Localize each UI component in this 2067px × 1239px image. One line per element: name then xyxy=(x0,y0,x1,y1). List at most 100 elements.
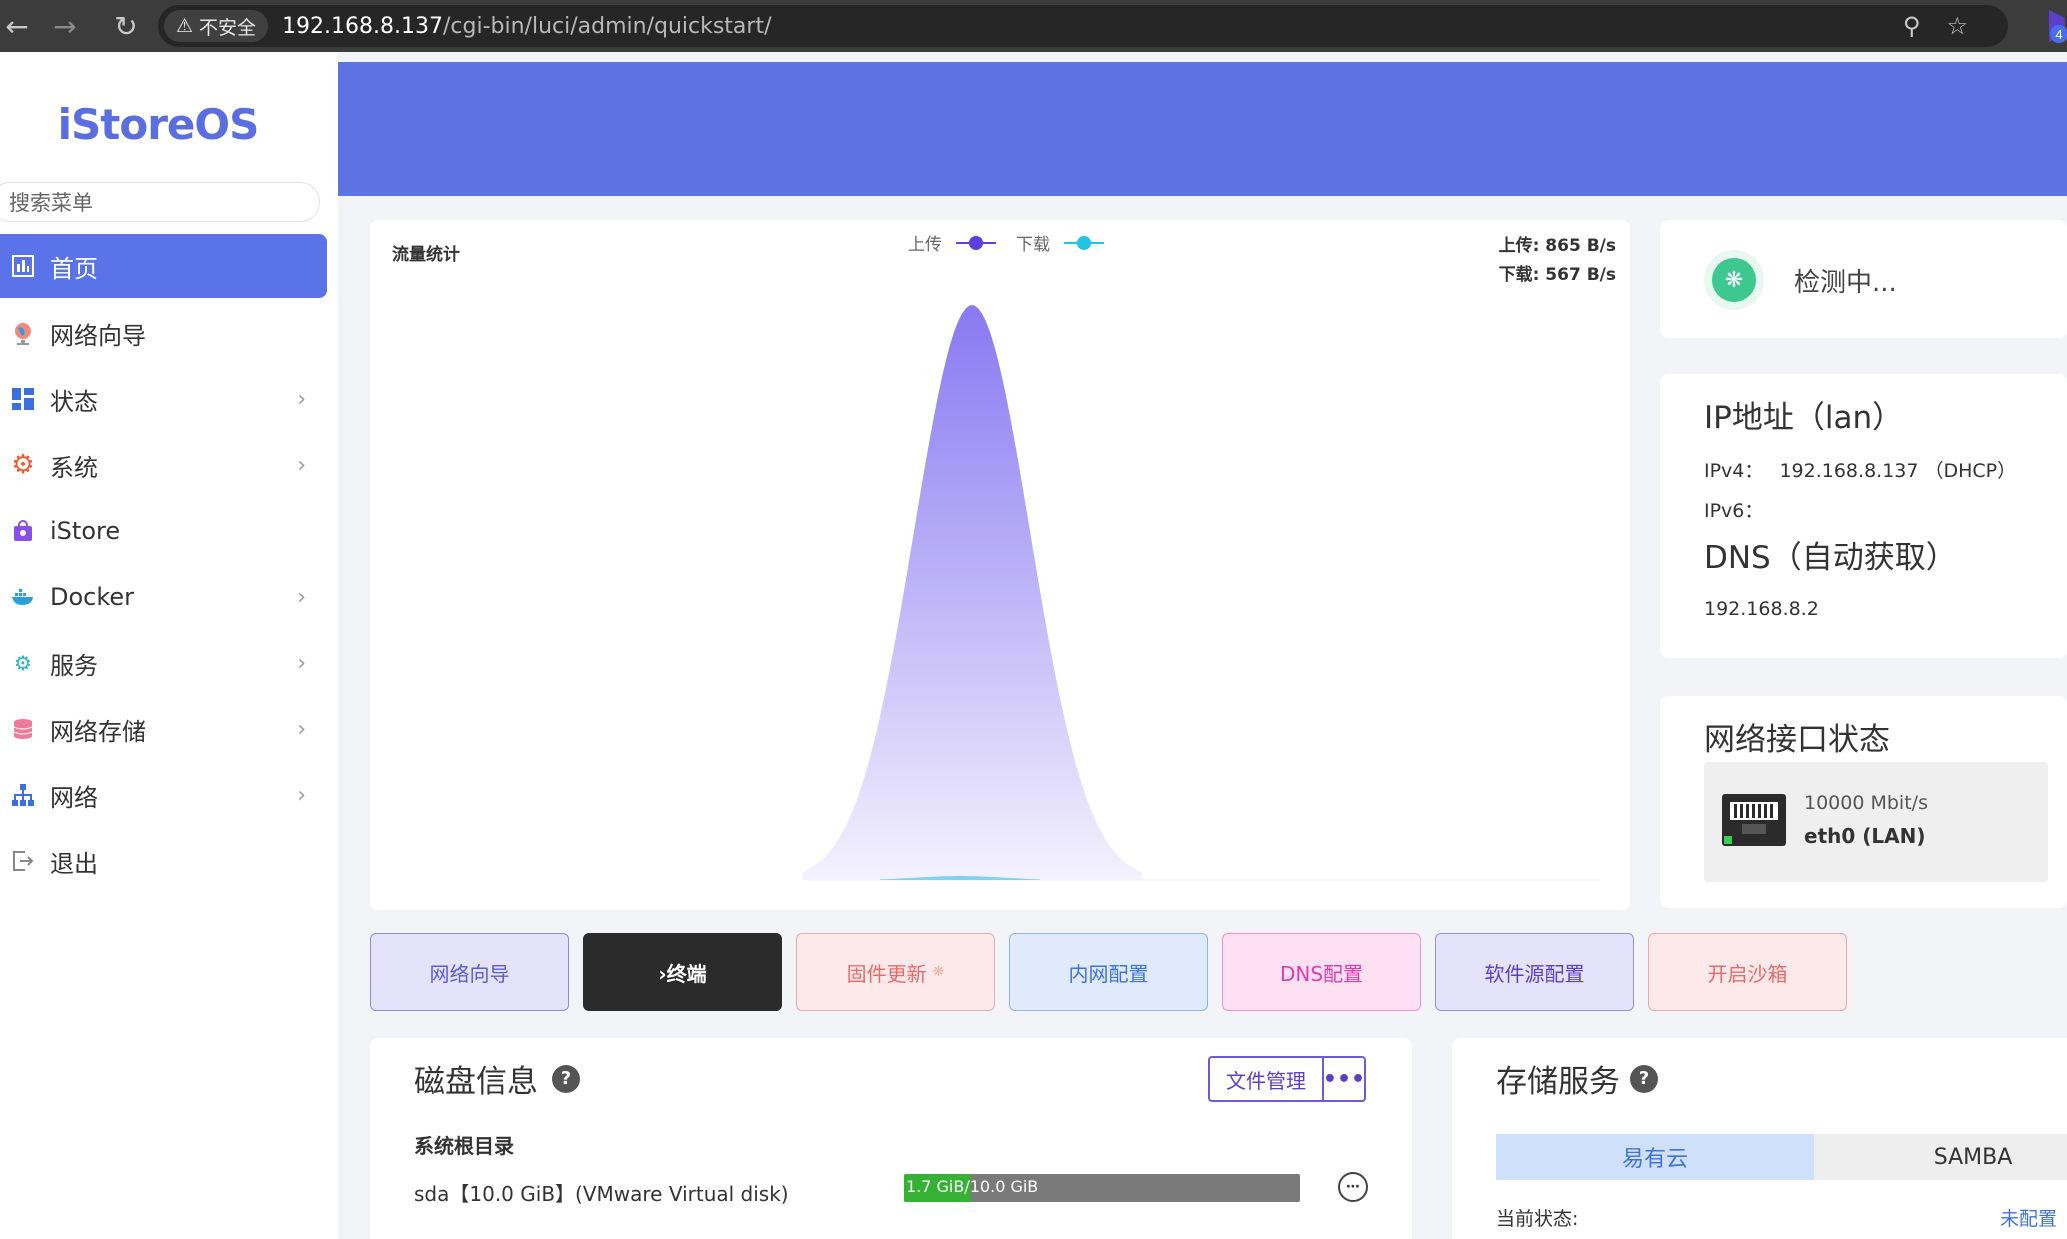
search-placeholder: 搜索菜单 xyxy=(9,191,93,215)
sidebar-item-label: 网络向导 xyxy=(50,321,146,350)
help-icon[interactable]: ? xyxy=(552,1064,580,1093)
help-icon[interactable]: ? xyxy=(1630,1064,1658,1093)
security-chip[interactable]: ⚠ 不安全 xyxy=(164,10,269,42)
ipv4-label: IPv4： xyxy=(1704,460,1764,482)
sidebar-item-label: 退出 xyxy=(50,849,98,878)
disk-title-row: 磁盘信息 ? xyxy=(414,1056,580,1101)
globe-icon xyxy=(10,320,36,346)
bag-icon xyxy=(10,518,36,544)
disk-title: 磁盘信息 xyxy=(414,1064,538,1100)
chevron-right-icon: › xyxy=(297,584,306,610)
network-icon xyxy=(10,782,36,808)
grid-icon xyxy=(10,386,36,412)
gear-icon: ⚙ xyxy=(11,450,35,480)
file-manager-button[interactable]: 文件管理 xyxy=(1208,1056,1324,1102)
network-wizard-button[interactable]: 网络向导 xyxy=(370,933,569,1011)
chevron-right-icon: › xyxy=(297,782,306,808)
interface-name: eth0 (LAN) xyxy=(1804,824,1926,848)
upload-series-area xyxy=(802,305,1142,880)
brand-logo[interactable]: iStoreOS xyxy=(0,100,316,149)
detect-status: 检测中... xyxy=(1794,268,1897,298)
sidebar-item-label: 系统 xyxy=(50,453,98,482)
more-options-button[interactable]: ••• xyxy=(1322,1056,1366,1102)
tab-samba[interactable]: SAMBA xyxy=(1814,1134,2067,1180)
url-path: /cgi-bin/luci/admin/quickstart/ xyxy=(443,13,772,39)
software-source-button[interactable]: 软件源配置 xyxy=(1435,933,1634,1011)
disk-name: sda【10.0 GiB】(VMware Virtual disk) xyxy=(414,1182,789,1206)
sidebar-item-wizard[interactable]: 网络向导 xyxy=(0,300,338,366)
traffic-chart-card: 流量统计 上传 下载 上传: 865 B/s 下载: 567 B/s xyxy=(370,220,1630,910)
docker-icon xyxy=(10,584,36,610)
database-icon xyxy=(10,716,36,742)
dashboard-icon xyxy=(10,253,36,279)
warning-icon: ⚠ xyxy=(176,15,194,37)
interface-item[interactable]: 10000 Mbit/s eth0 (LAN) xyxy=(1704,762,2048,882)
lan-config-button[interactable]: 内网配置 xyxy=(1009,933,1208,1011)
url-host: 192.168.8.137 xyxy=(282,13,444,39)
sidebar-item-storage[interactable]: 网络存储 › xyxy=(0,696,338,762)
firmware-update-button[interactable]: 固件更新 ❋ xyxy=(796,933,995,1011)
sidebar-item-logout[interactable]: 退出 xyxy=(0,828,338,894)
quick-actions: 网络向导 ›终端 固件更新 ❋ 内网配置 DNS配置 软件源配置 开启沙箱 xyxy=(370,933,1847,1011)
ip-title: IP地址（lan） xyxy=(1704,400,1904,436)
address-bar[interactable]: ⚠ 不安全 192.168.8.137/cgi-bin/luci/admin/q… xyxy=(158,5,2008,47)
storage-title-row: 存储服务 ? xyxy=(1496,1056,1658,1101)
status-value-link[interactable]: 未配置 xyxy=(2000,1204,2057,1231)
extension-badge: 4 xyxy=(2055,27,2062,42)
netif-title: 网络接口状态 xyxy=(1704,722,1890,758)
dns-title: DNS（自动获取） xyxy=(1704,540,1957,576)
sandbox-button[interactable]: 开启沙箱 xyxy=(1648,933,1847,1011)
sidebar-item-system[interactable]: ⚙ 系统 › xyxy=(0,432,338,498)
tab-yiyouyun[interactable]: 易有云 xyxy=(1496,1134,1814,1180)
extension-icon[interactable]: 4 xyxy=(2035,8,2067,44)
star-icon[interactable]: ☆ xyxy=(1946,12,1968,40)
chevron-right-icon: › xyxy=(297,386,306,412)
network-interface-card: 网络接口状态 10000 Mbit/s eth0 (LAN) xyxy=(1660,696,2067,908)
sidebar-item-label: 网络存储 xyxy=(50,717,146,746)
traffic-chart[interactable] xyxy=(370,220,1630,910)
chevron-right-icon: › xyxy=(297,452,306,478)
chevron-right-icon: › xyxy=(297,716,306,742)
sidebar-item-services[interactable]: ⚙︎ 服务 › xyxy=(0,630,338,696)
ipv4-value: 192.168.8.137 （DHCP） xyxy=(1779,460,2017,482)
chevron-right-icon: › xyxy=(297,650,306,676)
sidebar-item-label: 服务 xyxy=(50,651,98,680)
url-text[interactable]: 192.168.8.137/cgi-bin/luci/admin/quickst… xyxy=(282,14,771,39)
menu-search-input[interactable]: 搜索菜单 xyxy=(0,182,320,222)
sidebar-item-label: iStore xyxy=(50,517,121,545)
sidebar-menu: 首页 网络向导 状态 › ⚙ 系统 › iStore Docker › ⚙︎ 服… xyxy=(0,234,338,894)
reload-icon[interactable]: ↻ xyxy=(96,0,156,52)
ethernet-port-icon xyxy=(1722,794,1786,846)
sidebar-item-status[interactable]: 状态 › xyxy=(0,366,338,432)
disk-more-icon[interactable]: ⋯ xyxy=(1338,1172,1368,1202)
sidebar-item-docker[interactable]: Docker › xyxy=(0,564,338,630)
dns-config-button[interactable]: DNS配置 xyxy=(1222,933,1421,1011)
loading-spinner-icon: ❋ xyxy=(1704,250,1764,310)
sidebar-item-istore[interactable]: iStore xyxy=(0,498,338,564)
firmware-update-label: 固件更新 xyxy=(846,961,927,986)
status-label: 当前状态: xyxy=(1496,1208,1579,1230)
disk-usage-bar: 1.7 GiB/10.0 GiB xyxy=(904,1174,1300,1202)
sidebar-item-home[interactable]: 首页 xyxy=(0,234,327,298)
connectivity-card: ❋ 检测中... xyxy=(1660,220,2067,338)
disk-info-card: 磁盘信息 ? 文件管理 ••• 系统根目录 sda【10.0 GiB】(VMwa… xyxy=(370,1038,1412,1239)
gears-icon: ⚙︎ xyxy=(14,651,32,675)
loading-icon: ❋ xyxy=(932,964,945,980)
storage-service-card: 存储服务 ? 易有云 SAMBA 当前状态: 未配置 xyxy=(1452,1038,2067,1239)
forward-icon[interactable]: → xyxy=(34,0,96,52)
sidebar: iStoreOS 搜索菜单 首页 网络向导 状态 › ⚙ 系统 › iStore… xyxy=(0,52,338,1239)
storage-title: 存储服务 xyxy=(1496,1064,1620,1100)
sidebar-item-label: 状态 xyxy=(50,387,98,416)
key-icon[interactable]: ⚲ xyxy=(1903,12,1921,40)
security-label: 不安全 xyxy=(199,16,257,39)
back-icon[interactable]: ← xyxy=(0,0,34,52)
terminal-button[interactable]: ›终端 xyxy=(583,933,782,1011)
sidebar-item-network[interactable]: 网络 › xyxy=(0,762,338,828)
disk-usage-text: 1.7 GiB/10.0 GiB xyxy=(906,1177,1039,1196)
sidebar-item-label: Docker xyxy=(50,583,135,611)
ipv6-label: IPv6： xyxy=(1704,500,1764,522)
browser-toolbar: ← → ↻ ⚠ 不安全 192.168.8.137/cgi-bin/luci/a… xyxy=(0,0,2067,52)
ip-address-card: IP地址（lan） IPv4： 192.168.8.137 （DHCP） IPv… xyxy=(1660,374,2067,658)
root-dir-label: 系统根目录 xyxy=(414,1134,514,1158)
sidebar-item-label: 网络 xyxy=(50,783,98,812)
